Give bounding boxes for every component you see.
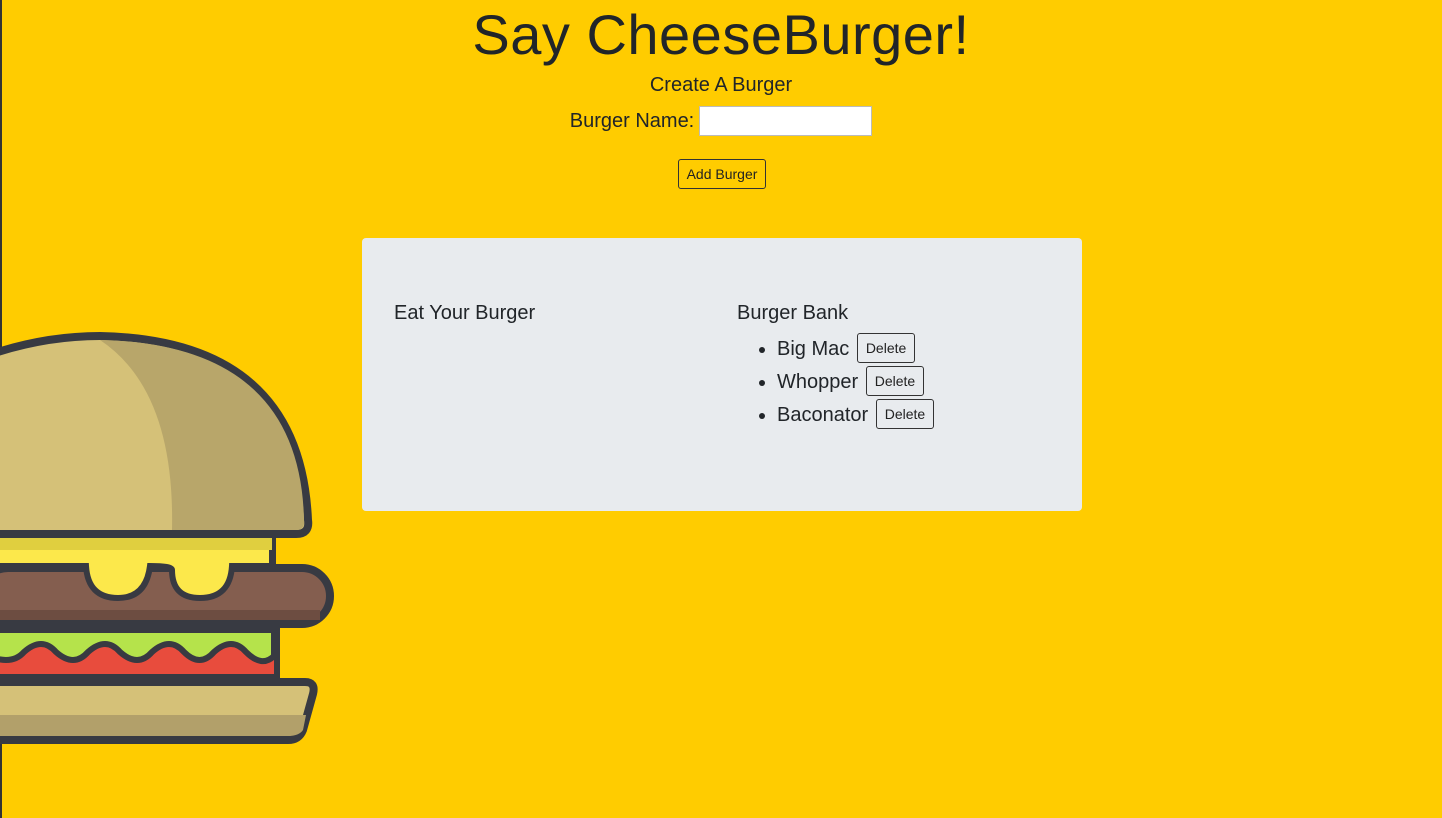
add-burger-button[interactable]: Add Burger (678, 159, 766, 189)
burger-name-label: Burger Name: (569, 109, 695, 132)
list-item: Big Mac Delete (777, 332, 934, 367)
cheeseburger-illustration-icon (0, 331, 334, 744)
list-item: Baconator Delete (777, 398, 935, 433)
page-title: Say CheeseBurger! (472, 3, 970, 66)
delete-button[interactable]: Delete (865, 365, 925, 396)
burger-name-input[interactable] (699, 106, 873, 136)
list-item: Whopper Delete (777, 365, 934, 400)
delete-button[interactable]: Delete (875, 398, 935, 429)
burger-name: Whopper (777, 371, 859, 393)
burger-form: Burger Name: (0, 106, 1442, 136)
form-heading: Create A Burger (649, 74, 793, 96)
burger-bank-heading: Burger Bank (737, 302, 849, 324)
burger-name: Baconator (777, 404, 869, 426)
delete-button[interactable]: Delete (856, 332, 916, 363)
burger-bank-list: Big Mac Delete Whopper Delete Baconator … (737, 332, 935, 433)
burger-panel: Eat Your Burger Burger Bank Big Mac Dele… (362, 238, 1082, 511)
eat-your-burger-heading: Eat Your Burger (394, 302, 536, 324)
burger-name: Big Mac (777, 338, 850, 360)
